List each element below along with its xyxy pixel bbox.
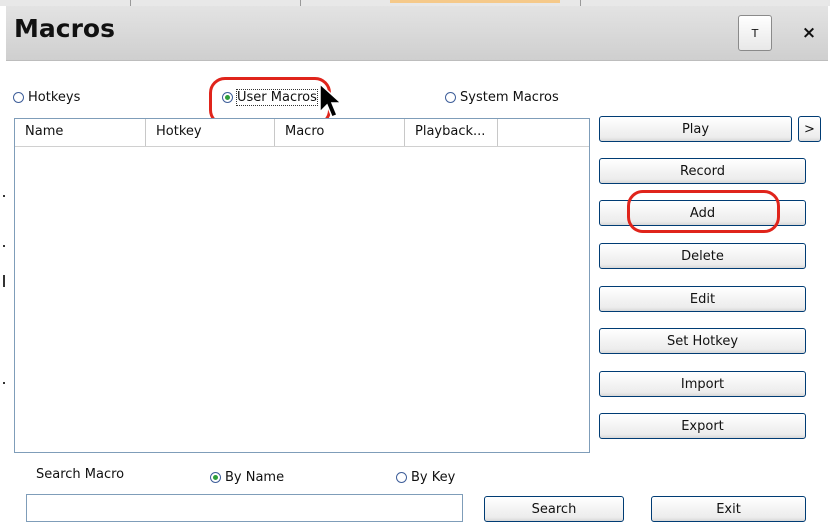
set-hotkey-button[interactable]: Set Hotkey [599,328,806,354]
edge-mark [3,275,5,287]
edge-mark [3,245,5,247]
radio-selected-icon [210,472,221,483]
export-button[interactable]: Export [599,413,806,439]
edit-button[interactable]: Edit [599,286,806,312]
radio-empty-icon [445,92,456,103]
by-name-radio[interactable]: By Name [210,470,284,485]
search-macro-label: Search Macro [36,467,125,482]
exit-button[interactable]: Exit [651,496,806,522]
hotkeys-radio[interactable]: Hotkeys [13,90,80,105]
play-more-button[interactable]: > [798,116,821,142]
background-accent [390,0,560,3]
by-name-radio-label: By Name [225,470,285,485]
column-header-macro[interactable]: Macro [275,119,405,146]
column-header-name[interactable]: Name [15,119,146,146]
search-input[interactable] [26,494,463,522]
pin-button[interactable]: T [738,15,772,51]
delete-button[interactable]: Delete [599,243,806,269]
edge-mark [3,382,5,384]
macros-list[interactable]: Name Hotkey Macro Playback... [14,118,590,453]
column-header-playback[interactable]: Playback... [405,119,498,146]
import-button[interactable]: Import [599,371,806,397]
radio-selected-icon [222,92,233,103]
system-macros-radio[interactable]: System Macros [445,90,559,105]
list-header: Name Hotkey Macro Playback... [15,119,589,147]
radio-empty-icon [396,472,407,483]
play-button[interactable]: Play [599,116,792,142]
close-icon: × [801,23,817,43]
user-macros-radio-label: User Macros [236,89,318,106]
by-key-radio[interactable]: By Key [396,470,455,485]
search-button[interactable]: Search [484,496,624,522]
pin-icon: T [751,26,759,40]
by-key-radio-label: By Key [411,470,456,485]
radio-empty-icon [13,92,24,103]
edge-mark [3,195,5,197]
hotkeys-radio-label: Hotkeys [28,90,81,105]
window-title: Macros [14,14,115,43]
title-bar: Macros T × [6,6,828,61]
mouse-pointer-icon [319,82,342,118]
record-button[interactable]: Record [599,158,806,184]
add-button[interactable]: Add [599,200,806,226]
column-header-hotkey[interactable]: Hotkey [146,119,275,146]
close-button[interactable]: × [796,15,822,51]
system-macros-radio-label: System Macros [460,90,559,105]
user-macros-radio[interactable]: User Macros [222,89,318,106]
